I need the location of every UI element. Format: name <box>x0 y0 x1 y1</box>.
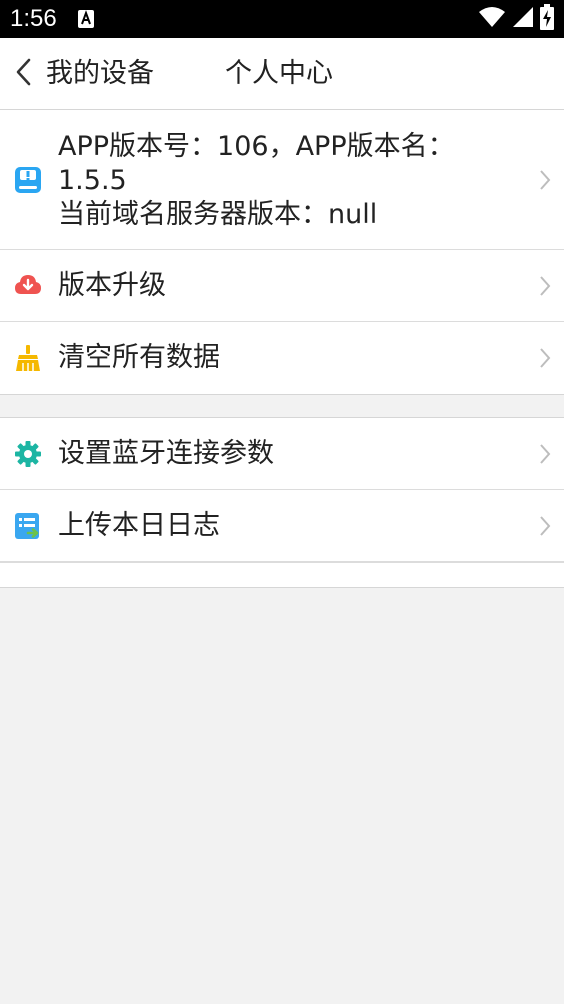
notification-icon <box>78 10 94 28</box>
chevron-right-icon <box>538 169 552 191</box>
broom-icon <box>14 344 42 372</box>
app-info-icon <box>14 166 42 194</box>
settings-group-2: 设置蓝牙连接参数 上传本日日志 <box>0 417 564 588</box>
status-bar: 1:56 <box>0 0 564 38</box>
bluetooth-settings-row[interactable]: 设置蓝牙连接参数 <box>0 418 564 490</box>
chevron-right-icon <box>538 347 552 369</box>
chevron-right-icon <box>538 515 552 537</box>
app-version-line: APP版本号：106，APP版本名： <box>58 131 455 162</box>
app-version-row[interactable]: APP版本号：106，APP版本名： 1.5.5 当前域名服务器版本：null <box>0 110 564 250</box>
upload-log-icon <box>14 512 42 540</box>
upload-log-row[interactable]: 上传本日日志 <box>0 490 564 562</box>
clear-data-row[interactable]: 清空所有数据 <box>0 322 564 394</box>
page-title: 个人中心 <box>225 58 333 89</box>
cloud-download-icon <box>14 272 42 300</box>
upload-log-label: 上传本日日志 <box>58 510 220 541</box>
app-version-name-value: 1.5.5 <box>58 165 127 196</box>
back-button[interactable]: 我的设备 <box>14 56 154 92</box>
status-indicators <box>478 4 554 34</box>
app-version-text: APP版本号：106，APP版本名： 1.5.5 当前域名服务器版本：null <box>58 130 455 232</box>
bluetooth-settings-label: 设置蓝牙连接参数 <box>58 438 274 469</box>
status-time: 1:56 <box>10 5 57 32</box>
header-bar: 我的设备 个人中心 <box>0 38 564 110</box>
version-upgrade-row[interactable]: 版本升级 <box>0 250 564 322</box>
chevron-right-icon <box>538 275 552 297</box>
cellular-signal-icon <box>512 6 534 32</box>
clear-data-label: 清空所有数据 <box>58 342 220 373</box>
wifi-icon <box>478 6 506 32</box>
settings-group-1: APP版本号：106，APP版本名： 1.5.5 当前域名服务器版本：null … <box>0 109 564 395</box>
server-version-line: 当前域名服务器版本：null <box>58 199 378 230</box>
back-label: 我的设备 <box>46 58 154 89</box>
group-footer-spacer <box>0 562 564 587</box>
chevron-left-icon <box>14 57 32 91</box>
gear-icon <box>14 440 42 468</box>
chevron-right-icon <box>538 443 552 465</box>
version-upgrade-label: 版本升级 <box>58 270 166 301</box>
battery-charging-icon <box>540 4 554 34</box>
